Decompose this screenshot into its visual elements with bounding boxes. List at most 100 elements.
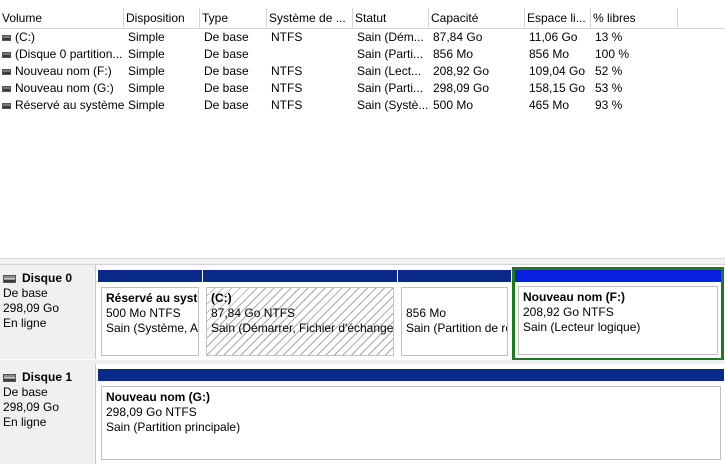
table-row[interactable]: Nouveau nom (G:) Simple De base NTFS Sai… xyxy=(0,80,725,97)
column-header-disposition[interactable]: Disposition xyxy=(124,8,200,28)
partition-f[interactable]: Nouveau nom (F:) 208,92 Go NTFS Sain (Le… xyxy=(512,267,724,361)
cell-status: Sain (Lect... xyxy=(357,64,422,78)
cell-status: Sain (Parti... xyxy=(357,47,424,61)
disk-1-type: De base xyxy=(3,385,48,399)
disk-0-label[interactable]: Disque 0 De base 298,09 Go En ligne xyxy=(0,265,96,359)
partition-status: Sain (Démarrer, Fichier d'échange, Vidag… xyxy=(211,321,394,335)
drive-icon xyxy=(2,68,11,75)
partition-size: 856 Mo xyxy=(406,306,447,320)
cell-type: De base xyxy=(204,98,249,112)
partition-bar xyxy=(203,270,397,282)
partition-size: 298,09 Go NTFS xyxy=(106,405,197,419)
cell-disposition: Simple xyxy=(128,64,165,78)
partition-name: Nouveau nom (F:) xyxy=(523,290,625,304)
cell-type: De base xyxy=(204,30,249,44)
column-header-capacity[interactable]: Capacité xyxy=(429,8,525,28)
cell-capacity: 208,92 Go xyxy=(433,64,490,78)
table-row[interactable]: Réservé au système Simple De base NTFS S… xyxy=(0,97,725,114)
partition-system-reserved[interactable]: Réservé au système 500 Mo NTFS Sain (Sys… xyxy=(98,270,202,359)
partition-status: Sain (Système, Actif, Partition principa… xyxy=(106,321,199,335)
drive-icon xyxy=(2,51,11,58)
column-header-type[interactable]: Type xyxy=(200,8,267,28)
cell-free-space: 465 Mo xyxy=(529,98,570,112)
partition-name: (C:) xyxy=(211,291,232,305)
partition-bar xyxy=(98,369,724,381)
cell-free-space: 856 Mo xyxy=(529,47,570,61)
cell-percent-free: 52 % xyxy=(595,64,623,78)
disk-1-name: Disque 1 xyxy=(3,370,95,385)
cell-free-space: 158,15 Go xyxy=(529,81,586,95)
cell-free-space: 109,04 Go xyxy=(529,64,586,78)
disk-separator xyxy=(0,360,725,364)
cell-filesystem: NTFS xyxy=(271,98,303,112)
column-header-percent-free[interactable]: % libres xyxy=(591,8,678,28)
cell-disposition: Simple xyxy=(128,81,165,95)
cell-filesystem xyxy=(267,46,353,63)
partition-bar xyxy=(98,270,202,282)
partition-c[interactable]: (C:) 87,84 Go NTFS Sain (Démarrer, Fichi… xyxy=(203,270,397,359)
cell-type: De base xyxy=(204,47,249,61)
disk-0-status: En ligne xyxy=(3,316,47,330)
cell-status: Sain (Parti... xyxy=(357,81,424,95)
partition-status: Sain (Lecteur logique) xyxy=(523,320,641,334)
cell-percent-free: 53 % xyxy=(595,81,623,95)
partition-status: Sain (Partition de récupération) xyxy=(406,321,507,335)
cell-volume: (C:) xyxy=(0,29,124,46)
partition-body: (C:) 87,84 Go NTFS Sain (Démarrer, Fichi… xyxy=(206,287,394,356)
partition-name: Nouveau nom (G:) xyxy=(106,390,210,404)
partition-bar xyxy=(398,270,511,282)
cell-status: Sain (Systè... xyxy=(357,98,429,112)
disk-0-size: 298,09 Go xyxy=(3,301,60,315)
cell-volume: Réservé au système xyxy=(0,97,124,114)
cell-filesystem: NTFS xyxy=(271,30,303,44)
volume-list[interactable]: Volume Disposition Type Système de ... S… xyxy=(0,0,725,258)
partition-size: 208,92 Go NTFS xyxy=(523,305,614,319)
table-row[interactable]: (Disque 0 partition... Simple De base Sa… xyxy=(0,46,725,63)
disk-icon xyxy=(3,373,16,382)
disk-icon xyxy=(3,274,16,283)
cell-filesystem: NTFS xyxy=(271,81,303,95)
partition-recovery[interactable]: 856 Mo Sain (Partition de récupération) xyxy=(398,270,511,359)
cell-volume: Nouveau nom (G:) xyxy=(0,80,124,97)
cell-disposition: Simple xyxy=(128,30,165,44)
partition-size: 500 Mo NTFS xyxy=(106,306,181,320)
partition-status: Sain (Partition principale) xyxy=(106,420,241,434)
partition-body: 856 Mo Sain (Partition de récupération) xyxy=(401,287,508,356)
pane-splitter[interactable] xyxy=(0,258,725,265)
cell-type: De base xyxy=(204,81,249,95)
cell-percent-free: 93 % xyxy=(595,98,623,112)
cell-type: De base xyxy=(204,64,249,78)
partition-body: Nouveau nom (G:) 298,09 Go NTFS Sain (Pa… xyxy=(101,386,721,460)
column-header-filler xyxy=(678,8,725,28)
cell-disposition: Simple xyxy=(128,98,165,112)
table-row[interactable]: Nouveau nom (F:) Simple De base NTFS Sai… xyxy=(0,63,725,80)
cell-volume: (Disque 0 partition... xyxy=(0,46,124,63)
disk-1-label[interactable]: Disque 1 De base 298,09 Go En ligne xyxy=(0,364,96,464)
column-header-filesystem[interactable]: Système de ... xyxy=(267,8,353,28)
cell-free-space: 11,06 Go xyxy=(529,30,578,44)
cell-volume: Nouveau nom (F:) xyxy=(0,63,124,80)
column-header-free-space[interactable]: Espace li... xyxy=(525,8,591,28)
column-header-status[interactable]: Statut xyxy=(353,8,429,28)
disk-0-name: Disque 0 xyxy=(3,271,95,286)
cell-filesystem: NTFS xyxy=(271,64,303,78)
cell-disposition: Simple xyxy=(128,47,165,61)
partition-body: Réservé au système 500 Mo NTFS Sain (Sys… xyxy=(101,287,199,356)
partition-size: 87,84 Go NTFS xyxy=(211,306,296,320)
cell-capacity: 856 Mo xyxy=(433,47,474,61)
volume-rows: (C:) Simple De base NTFS Sain (Dém... 87… xyxy=(0,29,725,114)
cell-percent-free: 13 % xyxy=(595,30,623,44)
drive-icon xyxy=(2,34,11,41)
disk-0-type: De base xyxy=(3,286,48,300)
cell-capacity: 298,09 Go xyxy=(433,81,490,95)
column-header-volume[interactable]: Volume xyxy=(0,8,124,28)
partition-name: Réservé au système xyxy=(106,291,198,305)
cell-status: Sain (Dém... xyxy=(357,30,424,44)
disk-map: Disque 0 De base 298,09 Go En ligne Rése… xyxy=(0,265,725,464)
cell-capacity: 500 Mo xyxy=(433,98,474,112)
drive-icon xyxy=(2,85,11,92)
disk-1-status: En ligne xyxy=(3,415,47,429)
partition-g[interactable]: Nouveau nom (G:) 298,09 Go NTFS Sain (Pa… xyxy=(98,369,724,463)
table-row[interactable]: (C:) Simple De base NTFS Sain (Dém... 87… xyxy=(0,29,725,46)
partition-body: Nouveau nom (F:) 208,92 Go NTFS Sain (Le… xyxy=(518,286,718,355)
